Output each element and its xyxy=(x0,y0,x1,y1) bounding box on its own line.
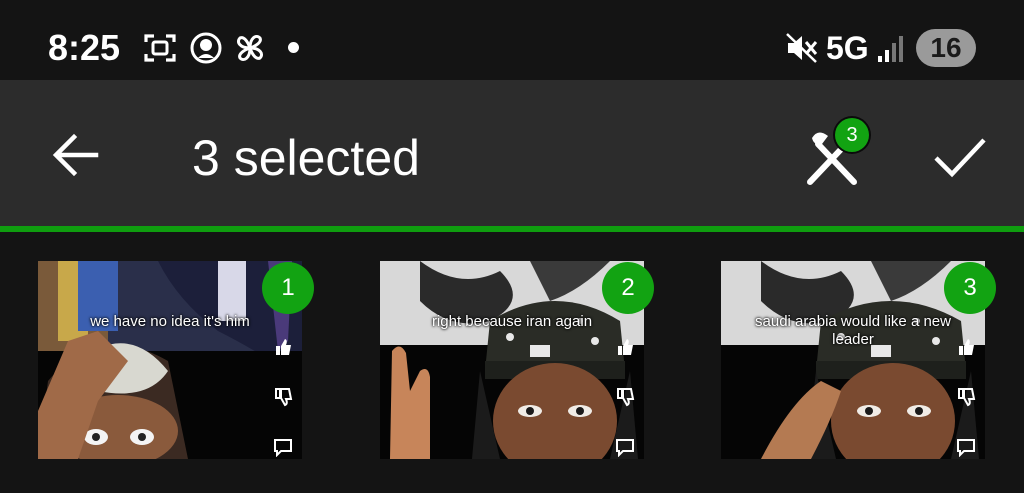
notification-dot-icon xyxy=(288,42,299,53)
screenshot-icon xyxy=(144,34,176,62)
pinwheel-icon xyxy=(236,34,264,62)
tools-count-badge: 3 xyxy=(835,118,869,152)
like-icon xyxy=(618,339,633,355)
comment-icon xyxy=(274,439,292,457)
side-actions xyxy=(953,337,979,459)
app-notification-icon xyxy=(190,32,222,64)
selection-order-badge: 2 xyxy=(602,262,654,314)
edit-tools-button[interactable]: 3 xyxy=(798,118,878,192)
battery-indicator: 16 xyxy=(916,29,976,67)
thumbnail-caption: saudi arabia would like a new leader xyxy=(755,313,951,348)
media-grid: we have no idea it's him 1 right because… xyxy=(0,232,1024,493)
thumbnail-caption: we have no idea it's him xyxy=(90,313,250,330)
selection-order-badge: 1 xyxy=(262,262,314,314)
side-actions xyxy=(612,337,638,459)
dislike-icon xyxy=(958,388,976,407)
selection-count-title: 3 selected xyxy=(192,130,420,186)
dislike-icon xyxy=(275,388,293,407)
signal-icon xyxy=(878,36,903,62)
comment-icon xyxy=(616,439,634,457)
comment-icon xyxy=(957,439,975,457)
status-time: 8:25 xyxy=(48,27,121,68)
arrow-back-icon[interactable] xyxy=(44,129,108,181)
mute-icon xyxy=(786,33,818,63)
status-bar: 8:25 5G 16 xyxy=(0,0,1024,80)
like-icon xyxy=(276,339,291,355)
dislike-icon xyxy=(617,388,635,407)
network-type-label: 5G xyxy=(826,30,869,66)
like-icon xyxy=(959,339,974,355)
thumbnail-caption: right because iran again xyxy=(431,313,593,330)
side-actions xyxy=(270,337,296,459)
app-bar: 3 selected 3 xyxy=(0,80,1024,226)
check-icon[interactable] xyxy=(928,130,992,182)
selection-order-badge: 3 xyxy=(944,262,996,314)
